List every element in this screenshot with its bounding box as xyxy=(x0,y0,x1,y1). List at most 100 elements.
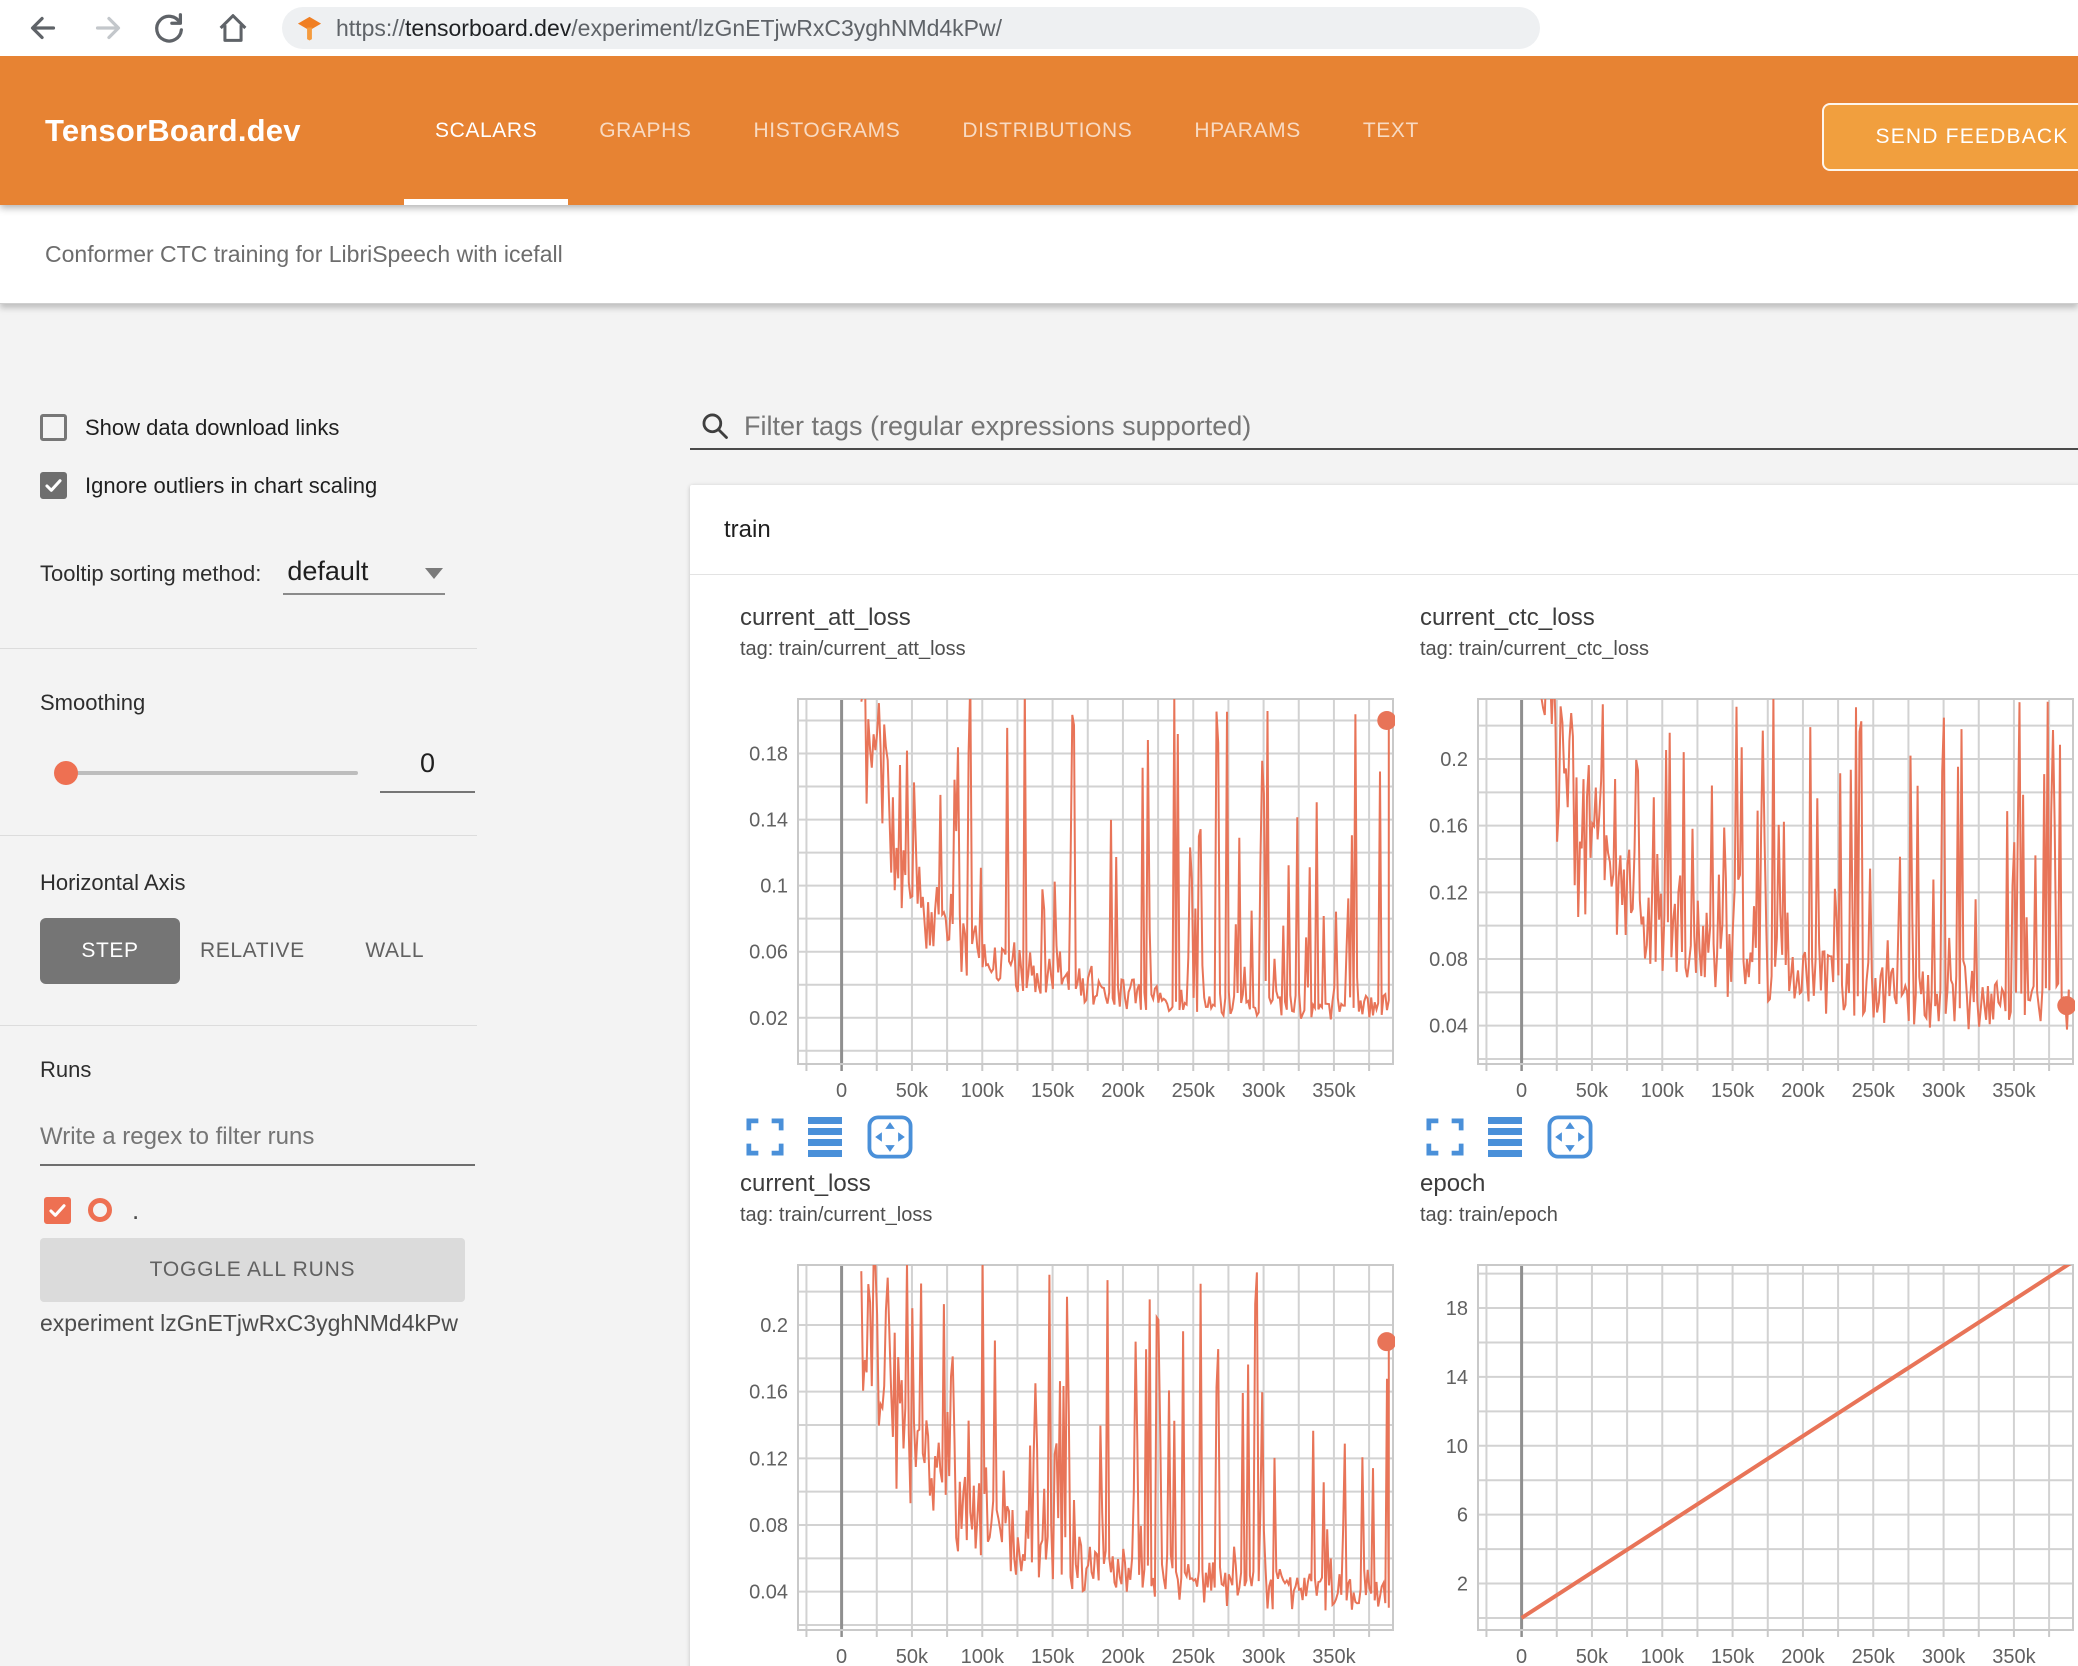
ignore-outliers-checkbox-row[interactable]: Ignore outliers in chart scaling xyxy=(40,472,377,499)
pan-zoom-icon[interactable] xyxy=(1546,1115,1594,1159)
tensorboard-page: https://tensorboard.dev/experiment/lzGnE… xyxy=(0,0,2078,1666)
svg-text:0.12: 0.12 xyxy=(749,1448,788,1470)
svg-text:150k: 150k xyxy=(1031,1080,1075,1102)
svg-text:2: 2 xyxy=(1457,1574,1468,1596)
svg-text:10: 10 xyxy=(1446,1436,1468,1458)
series-end-dot xyxy=(1377,1332,1395,1352)
url-path: /experiment/lzGnETjwRxC3yghNMd4kPw/ xyxy=(571,14,1003,41)
chart-tag: tag: train/epoch xyxy=(1420,1204,1558,1226)
chart-block-current_ctc_loss: current_ctc_loss tag: train/current_ctc_l… xyxy=(1420,603,2078,1159)
show-download-links-checkbox-row[interactable]: Show data download links xyxy=(40,414,339,441)
svg-text:0.2: 0.2 xyxy=(1440,749,1468,771)
tab-histograms[interactable]: HISTOGRAMS xyxy=(723,56,932,205)
browser-home-icon[interactable] xyxy=(214,9,252,47)
horizontal-axis-label: Horizontal Axis xyxy=(40,870,186,895)
svg-text:0: 0 xyxy=(836,1646,847,1666)
svg-text:200k: 200k xyxy=(1781,1646,1825,1666)
settings-sidebar: Show data download links Ignore outliers… xyxy=(0,304,690,1666)
train-group-card: train current_att_loss tag: train/current… xyxy=(690,485,2078,1666)
svg-text:0.16: 0.16 xyxy=(749,1382,788,1404)
svg-text:0.02: 0.02 xyxy=(749,1008,788,1030)
browser-forward-icon[interactable] xyxy=(89,9,127,47)
url-text: https://tensorboard.dev/experiment/lzGnE… xyxy=(336,15,1002,42)
svg-text:0.04: 0.04 xyxy=(749,1582,788,1604)
chart-tag: tag: train/current_att_loss xyxy=(740,638,966,660)
tag-filter-input[interactable] xyxy=(744,410,2078,442)
svg-text:0.08: 0.08 xyxy=(749,1515,788,1537)
tooltip-sorting-label: Tooltip sorting method: xyxy=(40,561,262,586)
run-name: . xyxy=(132,1195,140,1225)
show-download-links-checkbox[interactable] xyxy=(40,414,67,441)
browser-toolbar: https://tensorboard.dev/experiment/lzGnE… xyxy=(0,0,2078,56)
train-group-header[interactable]: train xyxy=(690,485,2078,575)
run-color-circle-icon[interactable] xyxy=(88,1198,112,1222)
svg-text:0: 0 xyxy=(1516,1080,1527,1102)
tab-graphs[interactable]: GRAPHS xyxy=(568,56,722,205)
app-header: TensorBoard.dev SCALARS GRAPHS HISTOGRAMS D… xyxy=(0,56,2078,205)
smoothing-slider-thumb[interactable] xyxy=(54,761,78,785)
svg-text:6: 6 xyxy=(1457,1505,1468,1527)
chart-tag: tag: train/current_loss xyxy=(740,1204,933,1226)
run-checkbox[interactable] xyxy=(44,1196,71,1224)
svg-text:150k: 150k xyxy=(1711,1080,1755,1102)
svg-text:0.16: 0.16 xyxy=(1429,816,1468,838)
charts-grid: current_att_loss tag: train/current_att_l… xyxy=(740,603,2078,1666)
svg-text:200k: 200k xyxy=(1101,1646,1145,1666)
axis-option-wall[interactable]: WALL xyxy=(325,918,465,984)
series-end-dot xyxy=(2057,996,2075,1016)
chart-block-current_att_loss: current_att_loss tag: train/current_att_l… xyxy=(740,603,1400,1159)
brand-title[interactable]: TensorBoard.dev xyxy=(45,56,301,205)
experiment-title: Conformer CTC training for LibriSpeech w… xyxy=(45,240,563,267)
svg-text:300k: 300k xyxy=(1922,1080,1966,1102)
series-end-dot xyxy=(1377,710,1395,730)
axis-option-relative[interactable]: RELATIVE xyxy=(180,918,325,984)
tab-text[interactable]: TEXT xyxy=(1332,56,1450,205)
tooltip-sorting-value: default xyxy=(287,556,369,586)
url-scheme: https:// xyxy=(336,14,406,41)
svg-text:300k: 300k xyxy=(1922,1646,1966,1666)
ignore-outliers-checkbox[interactable] xyxy=(40,472,67,499)
url-domain: tensorboard.dev xyxy=(405,14,572,41)
toggle-all-runs-button[interactable]: TOGGLE ALL RUNS xyxy=(40,1238,465,1302)
show-download-links-label: Show data download links xyxy=(85,414,340,440)
browser-back-icon[interactable] xyxy=(24,9,62,47)
expand-chart-icon[interactable] xyxy=(1426,1115,1464,1159)
svg-text:18: 18 xyxy=(1446,1298,1468,1320)
smoothing-value[interactable]: 0 xyxy=(380,748,475,793)
tooltip-sorting-dropdown[interactable]: default xyxy=(283,556,446,595)
tab-hparams[interactable]: HPARAMS xyxy=(1163,56,1332,205)
svg-text:100k: 100k xyxy=(1641,1646,1685,1666)
pan-zoom-icon[interactable] xyxy=(866,1115,914,1159)
toggle-y-axis-icon[interactable] xyxy=(806,1115,844,1159)
axis-option-step[interactable]: STEP xyxy=(40,918,180,984)
tab-scalars[interactable]: SCALARS xyxy=(404,56,569,205)
svg-text:350k: 350k xyxy=(1312,1646,1356,1666)
expand-chart-icon[interactable] xyxy=(746,1115,784,1159)
svg-text:250k: 250k xyxy=(1172,1646,1216,1666)
search-icon xyxy=(702,413,728,439)
svg-text:150k: 150k xyxy=(1031,1646,1075,1666)
sidebar-divider xyxy=(0,835,477,836)
chart-plot-current_loss[interactable]: 0.04 0.08 0.12 0.16 0.2 0 50k 100k 150k 200k 250k 3… xyxy=(740,1255,1395,1666)
svg-text:0.12: 0.12 xyxy=(1429,882,1468,904)
svg-text:50k: 50k xyxy=(896,1080,929,1102)
svg-text:100k: 100k xyxy=(1641,1080,1685,1102)
svg-text:50k: 50k xyxy=(1576,1080,1609,1102)
svg-text:0.18: 0.18 xyxy=(749,744,788,766)
address-bar[interactable]: https://tensorboard.dev/experiment/lzGnE… xyxy=(282,7,1540,49)
chart-plot-epoch[interactable]: 2 6 10 14 18 0 50k 100k 150k 200k 250k 300k 350k xyxy=(1420,1255,2075,1666)
chart-title: current_att_loss xyxy=(740,604,911,631)
svg-text:150k: 150k xyxy=(1711,1646,1755,1666)
chart-plot-current_att_loss[interactable]: 0.02 0.06 0.1 0.14 0.18 0 50k 100k 150k 200k 250k 3… xyxy=(740,689,1395,1109)
toggle-y-axis-icon[interactable] xyxy=(1486,1115,1524,1159)
runs-filter-input[interactable] xyxy=(40,1110,475,1166)
tab-distributions[interactable]: DISTRIBUTIONS xyxy=(931,56,1163,205)
chart-plot-current_ctc_loss[interactable]: 0.04 0.08 0.12 0.16 0.2 0 50k 100k 150k 200k 250k 3… xyxy=(1420,689,2075,1109)
experiment-id-label: experiment lzGnETjwRxC3yghNMd4kPw xyxy=(40,1310,458,1336)
send-feedback-button[interactable]: SEND FEEDBACK xyxy=(1822,103,2078,171)
browser-reload-icon[interactable] xyxy=(150,9,188,47)
svg-text:350k: 350k xyxy=(1312,1080,1356,1102)
svg-text:300k: 300k xyxy=(1242,1646,1286,1666)
nav-tabs: SCALARS GRAPHS HISTOGRAMS DISTRIBUTIONS HPAR… xyxy=(404,56,1450,205)
smoothing-slider-track[interactable] xyxy=(54,761,358,785)
